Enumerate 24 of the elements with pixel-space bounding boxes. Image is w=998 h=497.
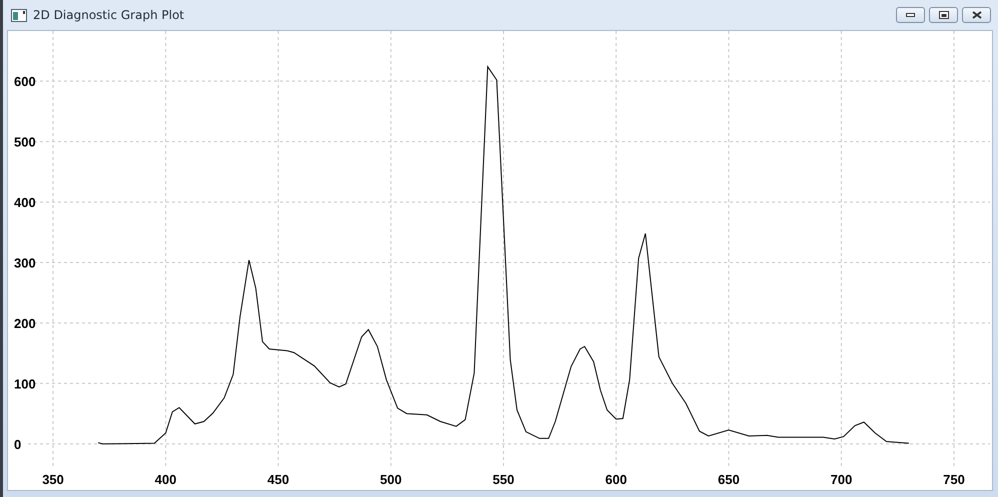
window-title: 2D Diagnostic Graph Plot <box>33 8 186 22</box>
close-icon <box>972 11 982 19</box>
y-axis-label: 600 <box>14 74 36 90</box>
x-axis-label: 650 <box>718 472 740 487</box>
app-icon <box>11 8 27 22</box>
restore-button[interactable] <box>929 7 958 23</box>
x-axis-label: 750 <box>943 472 965 487</box>
restore-icon <box>938 11 948 19</box>
y-axis-label: 300 <box>14 256 36 271</box>
minimize-icon <box>906 13 915 17</box>
y-axis-label: 500 <box>14 134 36 150</box>
x-axis-label: 400 <box>154 472 176 487</box>
y-axis-label: 100 <box>14 376 36 392</box>
x-axis-label: 500 <box>380 472 402 487</box>
y-axis-label: 200 <box>14 316 36 331</box>
x-axis-label: 600 <box>605 472 627 487</box>
y-axis-label: 400 <box>14 195 36 210</box>
x-axis-label: 350 <box>42 472 64 487</box>
y-axis-label: 0 <box>14 436 22 452</box>
close-button[interactable] <box>962 7 991 23</box>
x-axis-label: 550 <box>492 472 514 487</box>
minimize-button[interactable] <box>896 7 925 23</box>
x-axis-label: 700 <box>830 472 852 487</box>
x-axis-label: 450 <box>267 472 290 487</box>
